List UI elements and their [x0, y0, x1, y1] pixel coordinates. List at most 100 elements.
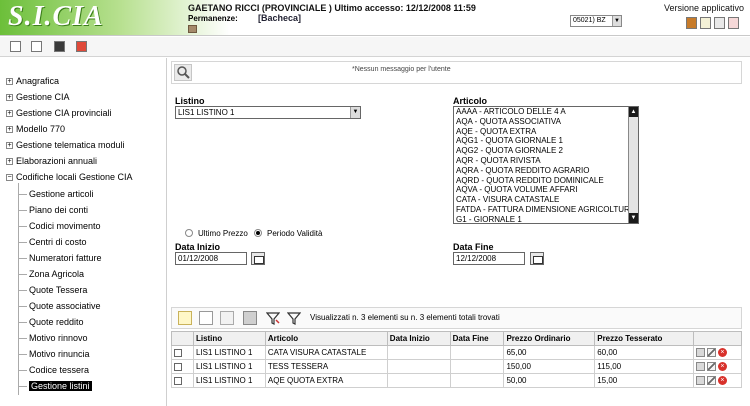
bookmark-icon[interactable] [54, 41, 65, 52]
sidebar-item-motivo-rinnovo[interactable]: Motivo rinnovo [29, 333, 88, 343]
articolo-option[interactable]: AAAA - ARTICOLO DELLE 4 A [454, 107, 638, 117]
table-row[interactable]: LIS1 LISTINO 1 AQE QUOTA EXTRA 50,00 15,… [171, 373, 743, 388]
tree-tick [18, 258, 27, 259]
sidebar-item-gestione-articoli[interactable]: Gestione articoli [29, 189, 94, 199]
sidebar-item-gestione-listini[interactable]: Gestione listini [29, 381, 92, 391]
exit-icon[interactable] [728, 17, 739, 29]
app-logo: S.I.CIA [8, 1, 104, 32]
articolo-option[interactable]: AQVA - QUOTA VOLUME AFFARI [454, 185, 638, 195]
column-header[interactable]: Data Inizio [386, 331, 451, 346]
sidebar-item-gestione-cia-provinciali[interactable]: + Gestione CIA provinciali [6, 108, 112, 118]
sidebar-item-centri-costo[interactable]: Centri di costo [29, 237, 87, 247]
cell-prezzo-ordinario: 65,00 [503, 345, 596, 360]
plus-icon: + [6, 110, 13, 118]
column-header[interactable]: Articolo [264, 331, 388, 346]
sidebar-item-codice-tessera[interactable]: Codice tessera [29, 365, 89, 375]
articolo-option[interactable]: AQRA - QUOTA REDDITO AGRARIO [454, 166, 638, 176]
articolo-option[interactable]: CATA - VISURA CATASTALE [454, 195, 638, 205]
row-checkbox[interactable] [174, 362, 182, 371]
listino-select[interactable]: LIS1 LISTINO 1 ▼ [175, 106, 361, 119]
cell-data-fine [449, 359, 505, 374]
tree-tick [18, 322, 27, 323]
column-header[interactable]: Data Fine [449, 331, 505, 346]
cell-prezzo-tesserato: 15,00 [594, 373, 694, 388]
column-header[interactable]: Prezzo Tesserato [594, 331, 694, 346]
sidebar-item-quote-reddito[interactable]: Quote reddito [29, 317, 84, 327]
column-header[interactable]: Prezzo Ordinario [503, 331, 596, 346]
sidebar-item-motivo-rinuncia[interactable]: Motivo rinuncia [29, 349, 90, 359]
edit-icon[interactable] [706, 362, 716, 372]
permanenze-value[interactable]: [Bacheca] [258, 13, 301, 23]
sidebar-item-gestione-cia[interactable]: + Gestione CIA [6, 92, 70, 102]
articolo-option[interactable]: FATDA - FATTURA DIMENSIONE AGRICOLTURA [454, 205, 638, 215]
articolo-option[interactable]: AQR - QUOTA RIVISTA [454, 156, 638, 166]
delete-icon[interactable]: × [717, 348, 727, 358]
sidebar-item-piano-conti[interactable]: Piano dei conti [29, 205, 88, 215]
view-icon[interactable] [695, 376, 705, 386]
sidebar-item-quote-tessera[interactable]: Quote Tessera [29, 285, 87, 295]
filter-edit-icon[interactable] [265, 311, 281, 325]
list-icon[interactable] [199, 311, 213, 325]
office-select[interactable]: 05021) BZ ▼ [570, 15, 622, 27]
print-icon[interactable] [243, 311, 257, 325]
row-checkbox[interactable] [174, 376, 182, 385]
articolo-scrollbar[interactable]: ▲ ▼ [628, 107, 638, 223]
radio-ultimo-prezzo[interactable] [185, 229, 193, 237]
view-icon[interactable] [695, 348, 705, 358]
expand-icon[interactable] [10, 41, 21, 52]
table-row[interactable]: LIS1 LISTINO 1 CATA VISURA CATASTALE 65,… [171, 345, 743, 360]
articolo-option[interactable]: AQRD - QUOTA REDDITO DOMINICALE [454, 176, 638, 186]
sidebar-item-numeratori-fatture[interactable]: Numeratori fatture [29, 253, 102, 263]
sidebar-item-anagrafica[interactable]: + Anagrafica [6, 76, 59, 86]
calendar-icon[interactable] [251, 252, 265, 265]
articolo-option[interactable]: AQG1 - QUOTA GIORNALE 1 [454, 136, 638, 146]
filter-icon[interactable] [286, 311, 302, 325]
articolo-option[interactable]: G1 - GIORNALE 1 [454, 215, 638, 223]
edit-icon[interactable] [706, 348, 716, 358]
tree-tick [18, 194, 27, 195]
scroll-up-icon[interactable]: ▲ [629, 107, 638, 117]
scroll-down-icon[interactable]: ▼ [629, 213, 638, 223]
sidebar-item-codici-movimento[interactable]: Codici movimento [29, 221, 101, 231]
version-label[interactable]: Versione applicativo [664, 3, 744, 13]
cell-prezzo-tesserato: 60,00 [594, 345, 694, 360]
radio-periodo-validita[interactable] [254, 229, 262, 237]
listino-label: Listino [175, 96, 205, 106]
sidebar-item-modello-770[interactable]: + Modello 770 [6, 124, 65, 134]
delete-icon[interactable]: × [717, 362, 727, 372]
row-checkbox[interactable] [174, 348, 182, 357]
articolo-option[interactable]: AQG2 - QUOTA GIORNALE 2 [454, 146, 638, 156]
radio-periodo-validita-label: Periodo Validità [267, 229, 323, 238]
edit-icon[interactable] [706, 376, 716, 386]
grid-toolbar: Visualizzati n. 3 elementi su n. 3 eleme… [171, 307, 742, 329]
search-button[interactable] [174, 64, 192, 81]
sidebar-item-elaborazioni-annuali[interactable]: + Elaborazioni annuali [6, 156, 97, 166]
close-menu-icon[interactable] [76, 41, 87, 52]
calendar-icon[interactable] [530, 252, 544, 265]
user-info: GAETANO RICCI (PROVINCIALE ) Ultimo acce… [188, 3, 476, 13]
tree-tick [18, 338, 27, 339]
sidebar-item-gestione-telematica[interactable]: + Gestione telematica moduli [6, 140, 125, 150]
detail-icon[interactable] [220, 311, 234, 325]
column-header[interactable]: Listino [192, 331, 266, 346]
sidebar-item-quote-associative[interactable]: Quote associative [29, 301, 101, 311]
home-icon[interactable] [714, 17, 725, 29]
new-record-icon[interactable] [178, 311, 192, 325]
actions-column-header [692, 331, 743, 346]
books-icon[interactable] [686, 17, 697, 29]
articolo-listbox[interactable]: AAAA - ARTICOLO DELLE 4 A AQA - QUOTA AS… [453, 106, 639, 224]
delete-icon[interactable]: × [717, 376, 727, 386]
table-row[interactable]: LIS1 LISTINO 1 TESS TESSERA 150,00 115,0… [171, 359, 743, 374]
bacheca-icon[interactable] [188, 25, 197, 33]
view-icon[interactable] [695, 362, 705, 372]
document-icon[interactable] [700, 17, 711, 29]
collapse-icon[interactable] [31, 41, 42, 52]
sidebar-item-codifiche-locali[interactable]: − Codifiche locali Gestione CIA [6, 172, 133, 182]
data-fine-input[interactable]: 12/12/2008 [453, 252, 525, 265]
articolo-option[interactable]: AQA - QUOTA ASSOCIATIVA [454, 117, 638, 127]
plus-icon: + [6, 126, 13, 134]
articolo-option[interactable]: AQE - QUOTA EXTRA [454, 127, 638, 137]
data-inizio-input[interactable]: 01/12/2008 [175, 252, 247, 265]
sidebar-item-zona-agricola[interactable]: Zona Agricola [29, 269, 84, 279]
sidebar-menu: + Anagrafica + Gestione CIA + Gestione CIA … [0, 58, 167, 406]
